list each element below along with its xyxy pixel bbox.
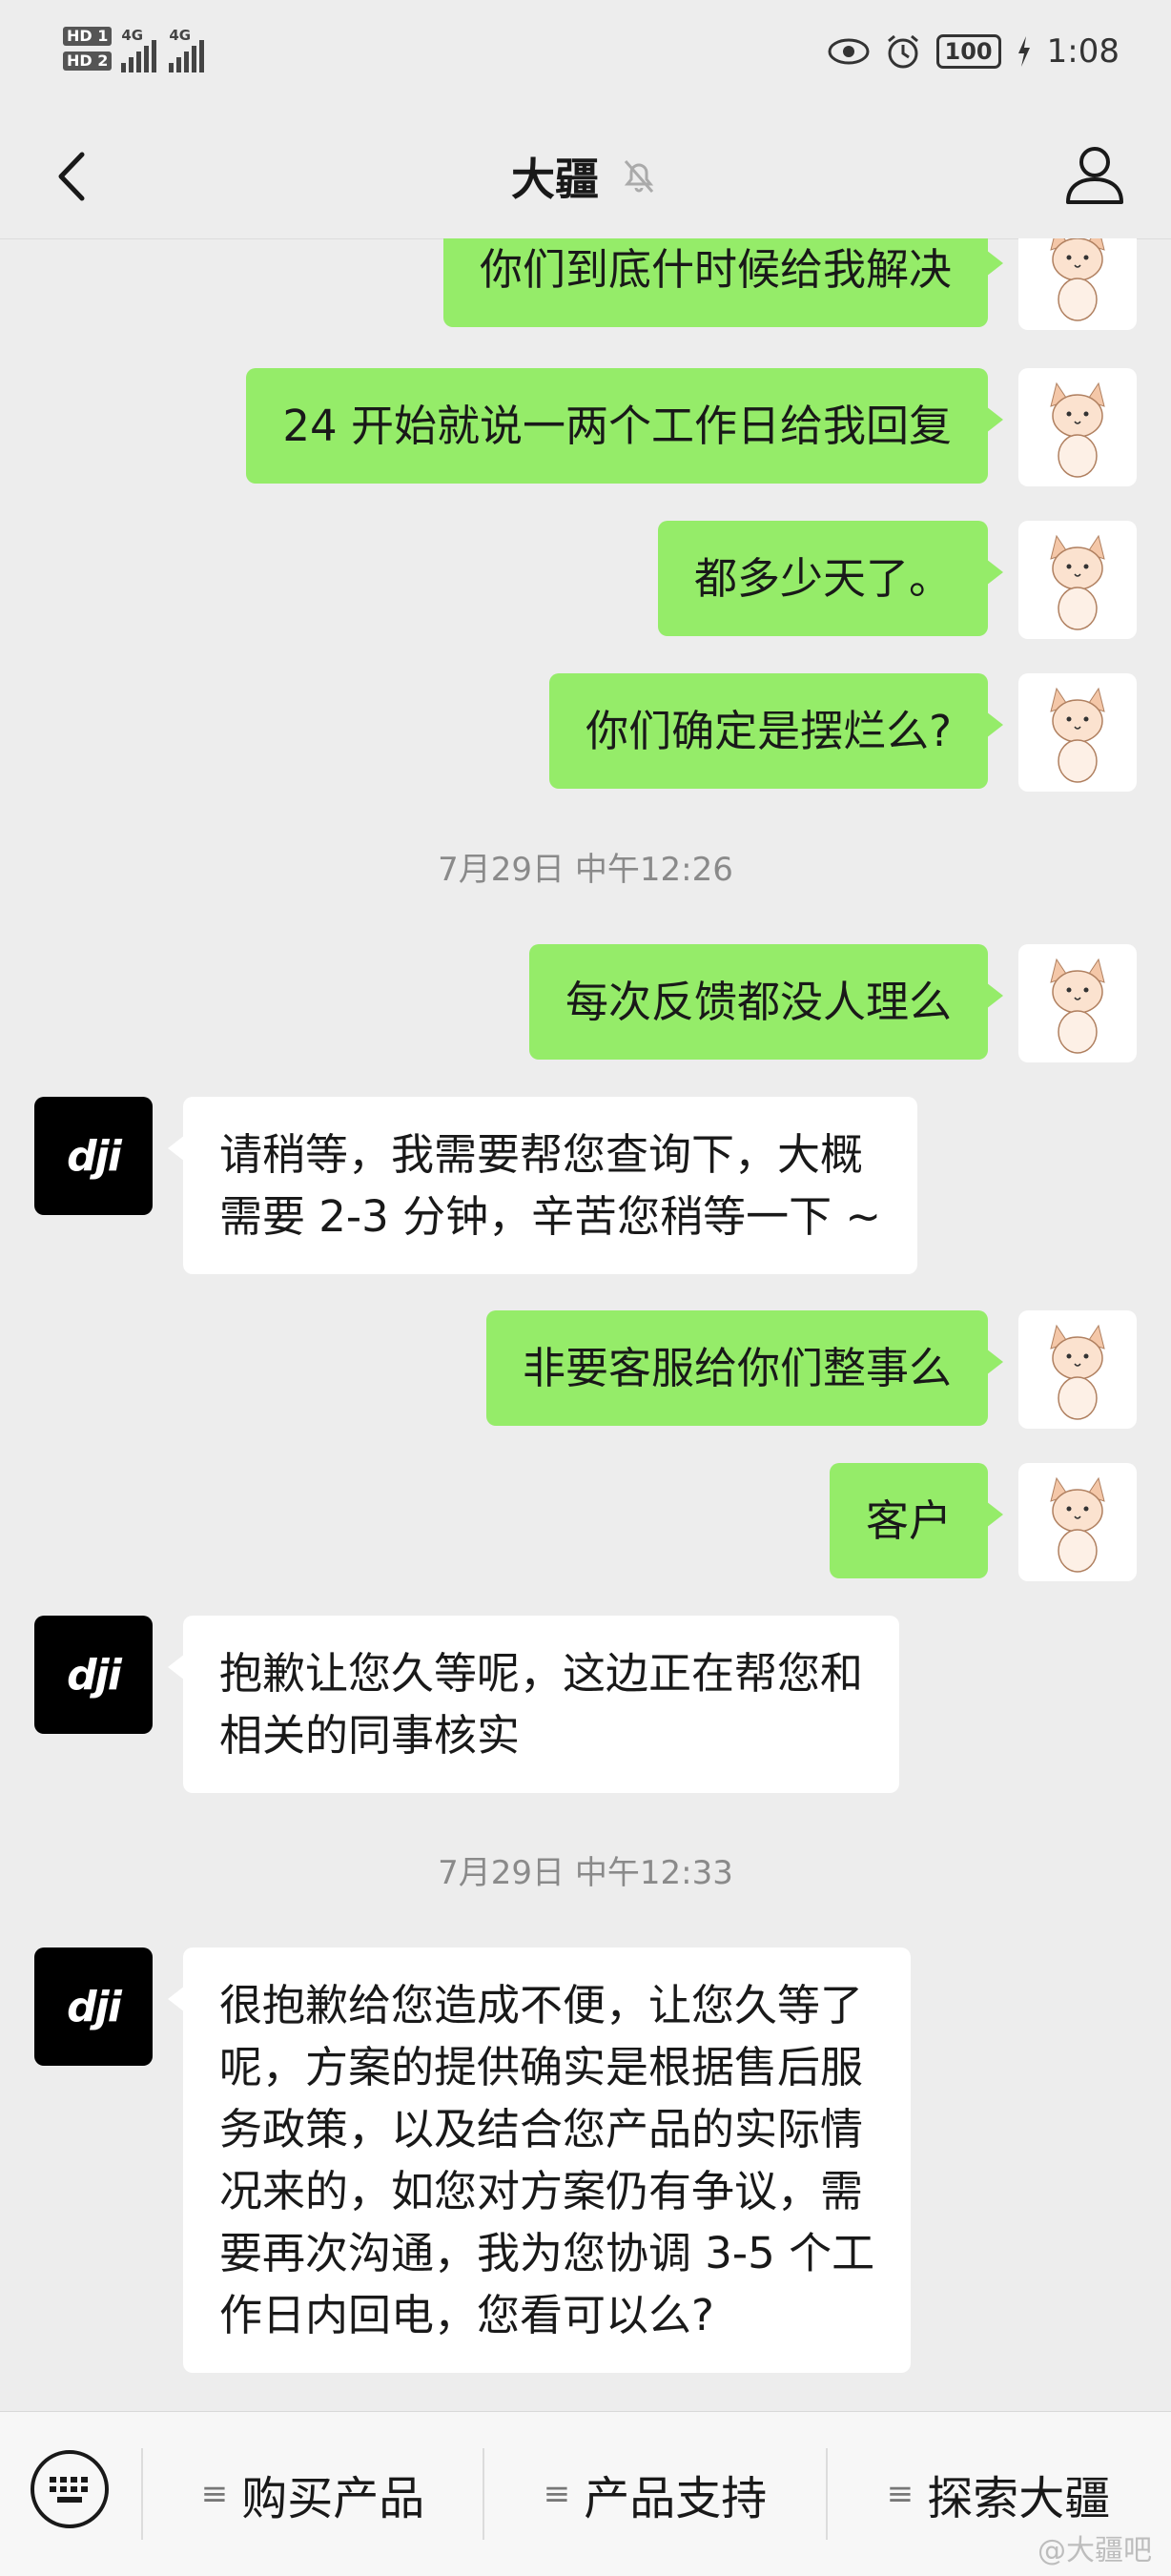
message-bubble[interactable]: 客户	[829, 1463, 1004, 1578]
timestamp: 7月29日 中午12:33	[438, 1854, 733, 1892]
dji-avatar[interactable]: dji	[34, 1947, 153, 2066]
my-avatar[interactable]	[1018, 368, 1137, 486]
signal-1-icon: 4G	[121, 27, 159, 72]
my-avatar[interactable]	[1018, 238, 1137, 330]
clock: 1:08	[1046, 32, 1120, 71]
shiba-dog-avatar-icon	[1050, 687, 1105, 783]
dji-logo: dji	[67, 1131, 122, 1181]
menu-lines-icon: ≡	[543, 2475, 571, 2513]
signal-2-icon: 4G	[169, 27, 207, 72]
keyboard-icon[interactable]	[29, 2448, 111, 2530]
message-bubble[interactable]: 你们到底什时候给我解决	[442, 238, 1004, 327]
my-avatar[interactable]	[1018, 521, 1137, 639]
net1-label: 4G	[121, 27, 144, 44]
message-bubble[interactable]: 抱歉让您久等呢，这边正在帮您和 相关的同事核实	[167, 1616, 900, 1793]
timestamp: 7月29日 中午12:26	[438, 851, 733, 889]
hd1-badge: HD 1	[63, 27, 113, 46]
bottom-menu-bar: ≡ 购买产品 ≡ 产品支持 ≡ 探索大疆 @大疆吧	[0, 2411, 1171, 2576]
my-avatar[interactable]	[1018, 944, 1137, 1062]
menu-label: 购买产品	[241, 2472, 425, 2525]
battery-indicator: 100	[935, 34, 1001, 69]
my-avatar[interactable]	[1018, 673, 1137, 792]
alarm-icon	[887, 34, 918, 69]
dji-logo: dji	[67, 1650, 122, 1700]
my-avatar[interactable]	[1018, 1463, 1137, 1581]
menu-product-support[interactable]: ≡ 产品支持	[484, 2412, 826, 2576]
net2-label: 4G	[169, 27, 192, 44]
menu-label: 探索大疆	[927, 2472, 1111, 2525]
message-bubble[interactable]: 24 开始就说一两个工作日给我回复	[246, 368, 1003, 484]
shiba-dog-avatar-icon	[1050, 381, 1105, 478]
shiba-dog-avatar-icon	[1050, 534, 1105, 630]
chat-header: 大疆	[0, 114, 1171, 239]
hd2-badge: HD 2	[63, 52, 113, 71]
charging-icon	[1017, 36, 1030, 67]
my-avatar[interactable]	[1018, 1310, 1137, 1429]
chat-area[interactable]: 你们到底什时候给我解决 24 开始就说一两个工作日给我回复 都多少天了。 你们确…	[0, 238, 1171, 2411]
menu-buy-products[interactable]: ≡ 购买产品	[143, 2412, 483, 2576]
signal-area: HD 1 HD 2 4G 4G	[63, 27, 207, 72]
dji-avatar[interactable]: dji	[34, 1097, 153, 1215]
profile-icon[interactable]	[1057, 137, 1133, 214]
message-bubble[interactable]: 很抱歉给您造成不便，让您久等了 呢，方案的提供确实是根据售后服 务政策，以及结合…	[167, 1947, 912, 2373]
watermark: @大疆吧	[1037, 2534, 1152, 2567]
shiba-dog-avatar-icon	[1050, 238, 1105, 321]
shiba-dog-avatar-icon	[1050, 1324, 1105, 1420]
dji-avatar[interactable]: dji	[34, 1616, 153, 1734]
menu-lines-icon: ≡	[200, 2475, 229, 2513]
message-bubble[interactable]: 请稍等，我需要帮您查询下，大概 需要 2-3 分钟，辛苦您稍等一下 ~	[167, 1097, 918, 1274]
menu-lines-icon: ≡	[886, 2475, 914, 2513]
menu-label: 产品支持	[584, 2472, 768, 2525]
chat-title: 大疆	[511, 154, 599, 205]
message-bubble[interactable]: 非要客服给你们整事么	[485, 1310, 1004, 1426]
mute-bell-icon	[624, 160, 654, 193]
message-bubble[interactable]: 每次反馈都没人理么	[528, 944, 1004, 1060]
message-bubble[interactable]: 你们确定是摆烂么?	[549, 673, 1003, 789]
dji-logo: dji	[67, 1982, 122, 2031]
shiba-dog-avatar-icon	[1050, 1476, 1105, 1573]
status-bar: HD 1 HD 2 4G 4G 100 1:08	[0, 0, 1171, 114]
title-wrap: 大疆	[0, 114, 1171, 238]
shiba-dog-avatar-icon	[1050, 958, 1105, 1054]
eye-icon	[828, 38, 870, 65]
message-bubble[interactable]: 都多少天了。	[657, 521, 1004, 636]
status-right: 100 1:08	[828, 32, 1120, 71]
